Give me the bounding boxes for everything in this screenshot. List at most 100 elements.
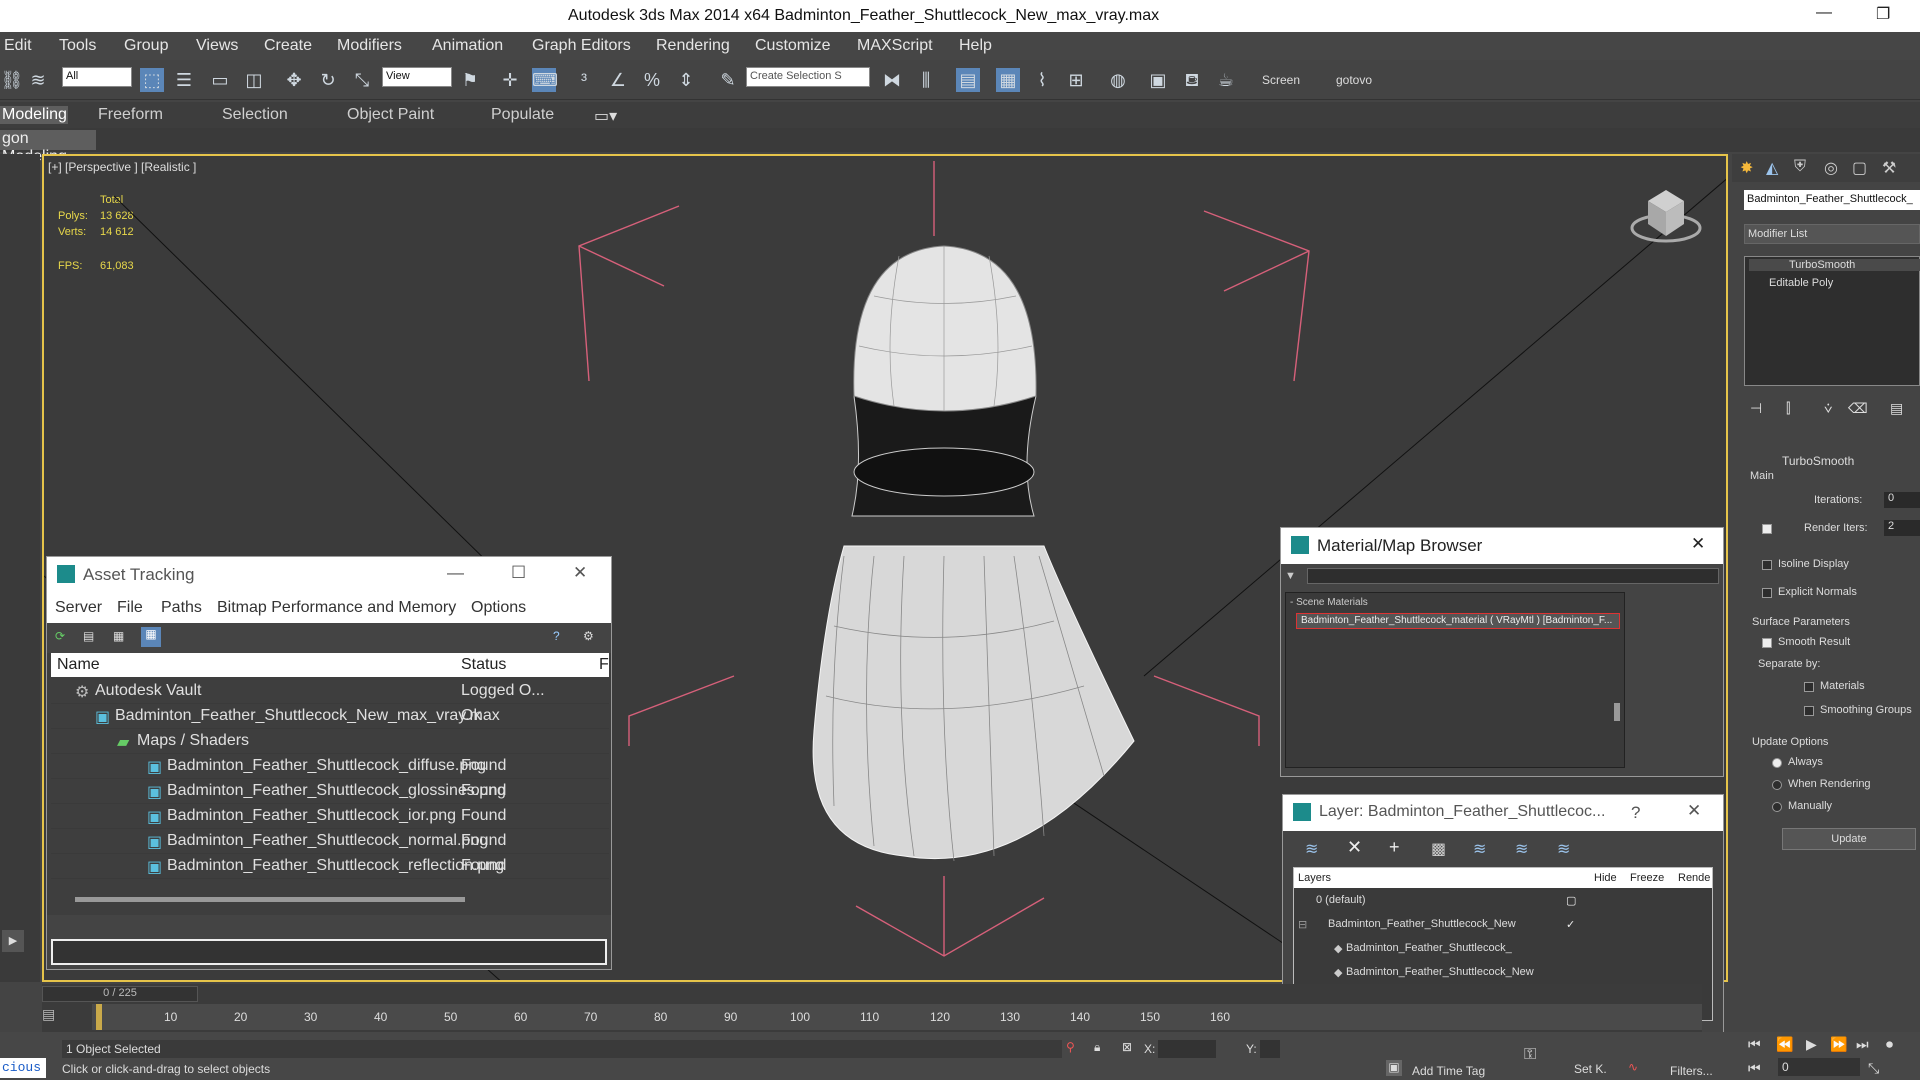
scene-materials-header[interactable]: - Scene Materials bbox=[1290, 597, 1368, 608]
table-row[interactable]: ▣ Badminton_Feather_Shuttlecock_New_max_… bbox=[51, 704, 609, 729]
hide-all-icon[interactable]: ≋ bbox=[1515, 839, 1528, 859]
window-crossing-icon[interactable]: ◫ bbox=[242, 68, 266, 92]
maximize-button[interactable]: ❐ bbox=[1876, 4, 1890, 24]
render-icon[interactable]: ☕ bbox=[1214, 68, 1238, 92]
add-time-tag-button[interactable]: Add Time Tag bbox=[1412, 1064, 1485, 1078]
grid-view-icon[interactable]: ▦ bbox=[141, 627, 161, 647]
menu-create[interactable]: Create bbox=[264, 37, 312, 55]
graphite-toggle-icon[interactable]: ▦ bbox=[996, 68, 1020, 92]
modifier-list-select[interactable]: Modifier List bbox=[1744, 224, 1920, 244]
settings-icon[interactable]: ⚙ bbox=[583, 629, 594, 643]
mirror-icon[interactable]: ⧓ bbox=[880, 68, 904, 92]
when-rendering-radio[interactable] bbox=[1772, 780, 1782, 790]
angle-snap-icon[interactable]: ∠ bbox=[606, 68, 630, 92]
checkmark-icon[interactable]: ✓ bbox=[1566, 918, 1575, 931]
ribbon-options-icon[interactable]: ▭▾ bbox=[594, 106, 617, 126]
explicit-normals-checkbox[interactable] bbox=[1762, 588, 1772, 598]
always-radio[interactable] bbox=[1772, 758, 1782, 768]
menu-graph-editors[interactable]: Graph Editors bbox=[532, 37, 631, 55]
table-row[interactable]: ▣ Badminton_Feather_Shuttlecock_glossine… bbox=[51, 779, 609, 804]
menu-views[interactable]: Views bbox=[196, 37, 238, 55]
col-hide-header[interactable]: Hide bbox=[1594, 872, 1617, 884]
hierarchy-tab-icon[interactable]: ⛨ bbox=[1794, 158, 1806, 176]
set-key-button[interactable]: Set K. bbox=[1574, 1062, 1607, 1076]
menu-help[interactable]: Help bbox=[959, 37, 992, 55]
close-icon[interactable]: ✕ bbox=[1691, 534, 1705, 554]
list-view-icon[interactable]: ▤ bbox=[83, 629, 94, 643]
turbosmooth-rollout-title[interactable]: TurboSmooth bbox=[1782, 454, 1854, 468]
previous-frame-icon[interactable]: ⏪ bbox=[1776, 1036, 1793, 1053]
curve-editor-icon[interactable]: ⌇ bbox=[1030, 68, 1054, 92]
material-editor-icon[interactable]: ◍ bbox=[1106, 68, 1130, 92]
table-row[interactable]: ▣ Badminton_Feather_Shuttlecock_diffuse.… bbox=[51, 754, 609, 779]
menu-bitmap-performance[interactable]: Bitmap Performance and Memory bbox=[217, 599, 456, 617]
table-row[interactable]: ⚙ Autodesk Vault Logged O... bbox=[51, 679, 609, 704]
isoline-display-checkbox[interactable] bbox=[1762, 560, 1772, 570]
menu-file[interactable]: File bbox=[117, 599, 143, 617]
menu-animation[interactable]: Animation bbox=[432, 37, 503, 55]
pin-stack-icon[interactable]: ⊣ bbox=[1750, 400, 1762, 417]
layer-row[interactable]: ◆ Badminton_Feather_Shuttlecock_New bbox=[1294, 962, 1712, 984]
time-config-icon[interactable]: ⏮ bbox=[1748, 1060, 1761, 1077]
select-manipulate-icon[interactable]: ✛ bbox=[498, 68, 522, 92]
menu-paths[interactable]: Paths bbox=[161, 599, 202, 617]
schematic-view-icon[interactable]: ⊞ bbox=[1064, 68, 1088, 92]
rotate-icon[interactable]: ↻ bbox=[316, 68, 340, 92]
layer-row[interactable]: ◆ Badminton_Feather_Shuttlecock_ bbox=[1294, 938, 1712, 960]
table-row[interactable]: ▣ Badminton_Feather_Shuttlecock_reflecti… bbox=[51, 854, 609, 879]
select-by-name-icon[interactable]: ☰ bbox=[172, 68, 196, 92]
current-frame-field[interactable]: 0 bbox=[1778, 1058, 1860, 1076]
layer-manager-icon[interactable]: ▤ bbox=[956, 68, 980, 92]
bind-spacewarp-icon[interactable]: ≋ bbox=[26, 68, 50, 92]
freeze-all-icon[interactable]: ≋ bbox=[1557, 839, 1570, 859]
tab-object-paint[interactable]: Object Paint bbox=[347, 106, 434, 124]
material-item[interactable]: Badminton_Feather_Shuttlecock_material (… bbox=[1296, 613, 1620, 629]
go-to-start-icon[interactable]: ⏮ bbox=[1748, 1036, 1761, 1053]
time-ruler[interactable]: 10 20 30 40 50 60 70 80 90 100 110 120 1… bbox=[92, 1004, 1702, 1030]
table-view-icon[interactable]: ▦ bbox=[113, 629, 124, 643]
edit-named-selection-icon[interactable]: ✎ bbox=[716, 68, 740, 92]
absolute-mode-icon[interactable]: ⊠ bbox=[1122, 1040, 1132, 1054]
add-to-layer-icon[interactable]: + bbox=[1389, 837, 1400, 858]
move-icon[interactable]: ✥ bbox=[282, 68, 306, 92]
time-tag-icon[interactable]: ▣ bbox=[1386, 1060, 1402, 1076]
filters-button[interactable]: Filters... bbox=[1670, 1064, 1713, 1078]
select-object-icon[interactable]: ⬚ bbox=[140, 68, 164, 92]
delete-layer-icon[interactable]: ✕ bbox=[1347, 837, 1362, 858]
asset-path-field[interactable] bbox=[51, 939, 607, 965]
object-name-field[interactable]: Badminton_Feather_Shuttlecock_ bbox=[1744, 190, 1920, 210]
layer-row[interactable]: ⊟ Badminton_Feather_Shuttlecock_New ✓ bbox=[1294, 914, 1712, 936]
menu-maxscript[interactable]: MAXScript bbox=[857, 37, 933, 55]
make-unique-icon[interactable]: ⩒ bbox=[1824, 400, 1833, 417]
key-filters-curve-icon[interactable]: ∿ bbox=[1628, 1060, 1638, 1074]
align-icon[interactable]: ⫼ bbox=[914, 68, 938, 92]
render-setup-icon[interactable]: ▣ bbox=[1146, 68, 1170, 92]
motion-tab-icon[interactable]: ◎ bbox=[1824, 158, 1838, 178]
play-icon[interactable]: ▶ bbox=[1806, 1036, 1817, 1053]
isolate-icon[interactable]: ⚲ bbox=[1066, 1040, 1075, 1054]
configure-sets-icon[interactable]: ▤ bbox=[1890, 400, 1903, 417]
y-coordinate-field[interactable] bbox=[1260, 1040, 1280, 1058]
tab-populate[interactable]: Populate bbox=[491, 106, 554, 124]
spinner-snap-icon[interactable]: ⇕ bbox=[674, 68, 698, 92]
menu-customize[interactable]: Customize bbox=[755, 37, 831, 55]
render-iters-spinner[interactable]: 2 bbox=[1884, 520, 1920, 536]
minimize-icon[interactable]: — bbox=[447, 563, 464, 583]
minimize-button[interactable]: — bbox=[1816, 4, 1832, 22]
keyboard-shortcut-icon[interactable]: ⌨ bbox=[532, 68, 558, 92]
layer-row[interactable]: 0 (default) ▢ bbox=[1294, 890, 1712, 912]
key-mode-icon[interactable]: ⏺ bbox=[1886, 1036, 1893, 1053]
percent-snap-icon[interactable]: % bbox=[640, 68, 664, 92]
polygon-modeling-tab[interactable]: gon Modeling bbox=[0, 130, 96, 165]
snap-toggle-icon[interactable]: ³ bbox=[572, 68, 596, 92]
stack-item-editable-poly[interactable]: Editable Poly bbox=[1749, 277, 1833, 289]
col-name-header[interactable]: Name bbox=[57, 656, 100, 674]
key-icon[interactable]: ⚿ bbox=[1524, 1046, 1536, 1064]
selection-filter-select[interactable]: All bbox=[62, 67, 132, 87]
stack-item-turbosmooth[interactable]: TurboSmooth bbox=[1749, 259, 1920, 271]
curve-editor-mini-icon[interactable]: ▤ bbox=[42, 1006, 64, 1028]
col-render-header[interactable]: Rende bbox=[1678, 872, 1710, 884]
x-coordinate-field[interactable] bbox=[1158, 1040, 1216, 1058]
collapse-icon[interactable]: ⊟ bbox=[1298, 918, 1307, 931]
named-selection-input[interactable]: Create Selection S bbox=[746, 67, 870, 87]
